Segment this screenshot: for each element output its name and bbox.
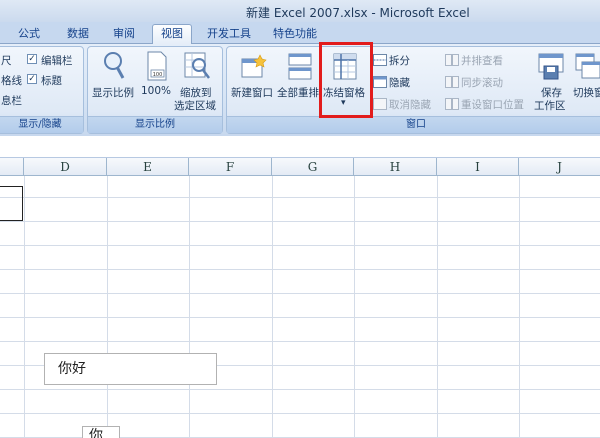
hide-icon[interactable] [373, 76, 387, 91]
column-header-partial[interactable] [0, 158, 24, 176]
window-group: 新建窗口 全部重排 冻结窗格 ▾ 拆分 隐藏 取消隐藏 并排查看 同步滚动 重设… [226, 46, 600, 134]
reset-window-position-icon[interactable] [445, 98, 459, 113]
show-hide-group: 尺 格线 息栏 ✓ 编辑栏 ✓ 标题 显示/隐藏 [0, 46, 84, 134]
message-bar-label[interactable]: 息栏 [1, 93, 22, 108]
save-workspace-line2[interactable]: 工作区 [534, 98, 566, 113]
hide-button[interactable]: 隐藏 [389, 75, 410, 90]
column-header-h[interactable]: H [354, 158, 437, 176]
switch-windows-icon[interactable] [575, 53, 600, 84]
ruler-label[interactable]: 尺 [1, 53, 12, 68]
unhide-button[interactable]: 取消隐藏 [389, 97, 431, 112]
text-box-partial[interactable]: 你 [82, 426, 120, 438]
new-window-button[interactable]: 新建窗口 [231, 85, 273, 100]
split-button[interactable]: 拆分 [389, 53, 410, 68]
reset-window-position-button[interactable]: 重设窗口位置 [461, 97, 524, 112]
tab-data[interactable]: 数据 [62, 25, 94, 44]
gridline [24, 176, 25, 438]
zoom-group-label: 显示比例 [88, 116, 222, 133]
gridline [0, 269, 600, 270]
text-box[interactable]: 你好 [44, 353, 217, 385]
ribbon: 尺 格线 息栏 ✓ 编辑栏 ✓ 标题 显示/隐藏 显示比例 100 100% 缩… [0, 44, 600, 136]
window-group-label: 窗口 [227, 116, 600, 133]
gridline [0, 341, 600, 342]
show-hide-group-label: 显示/隐藏 [0, 116, 83, 133]
selected-cell[interactable] [0, 186, 23, 221]
zoom-group: 显示比例 100 100% 缩放到 选定区域 显示比例 [87, 46, 223, 134]
title-bar: 新建 Excel 2007.xlsx - Microsoft Excel [0, 0, 600, 22]
gridline [0, 245, 600, 246]
tab-formulas[interactable]: 公式 [14, 25, 44, 44]
zoom-to-selection-line2[interactable]: 选定区域 [174, 98, 216, 113]
gridline [0, 413, 600, 414]
sync-scroll-button[interactable]: 同步滚动 [461, 75, 503, 90]
new-window-icon[interactable] [241, 53, 267, 84]
svg-text:100: 100 [153, 72, 163, 78]
gridline [272, 176, 273, 438]
tab-view[interactable]: 视图 [152, 24, 192, 45]
column-header-f[interactable]: F [189, 158, 272, 176]
gridline [0, 221, 600, 222]
column-header-j[interactable]: J [519, 158, 600, 176]
formula-bar-area [0, 136, 600, 158]
sync-scroll-icon[interactable] [445, 76, 459, 91]
split-icon[interactable] [373, 54, 387, 69]
column-header-i[interactable]: I [437, 158, 519, 176]
tab-review[interactable]: 审阅 [108, 25, 140, 44]
worksheet: D E F G H I J [0, 136, 600, 438]
formula-bar-label[interactable]: 编辑栏 [41, 53, 73, 68]
gridline [354, 176, 355, 438]
view-side-by-side-icon[interactable] [445, 54, 459, 69]
formula-bar-checkbox[interactable]: ✓ [27, 54, 37, 64]
column-header-row: D E F G H I J [0, 158, 600, 176]
tab-special-features[interactable]: 特色功能 [268, 25, 322, 44]
headings-checkbox[interactable]: ✓ [27, 74, 37, 84]
gridline [519, 176, 520, 438]
save-workspace-icon[interactable] [538, 53, 564, 84]
arrange-all-button[interactable]: 全部重排 [277, 85, 319, 100]
freeze-panes-highlight [319, 42, 373, 118]
column-header-d[interactable]: D [24, 158, 107, 176]
headings-label[interactable]: 标题 [41, 73, 62, 88]
unhide-icon[interactable] [373, 98, 387, 113]
gridline [107, 176, 108, 438]
gridlines-label[interactable]: 格线 [1, 73, 22, 88]
gridline [0, 293, 600, 294]
gridline [437, 176, 438, 438]
gridline [0, 389, 600, 390]
column-header-e[interactable]: E [107, 158, 189, 176]
window-title: 新建 Excel 2007.xlsx - Microsoft Excel [246, 6, 470, 20]
zoom-magnifier-icon[interactable] [102, 51, 126, 84]
tab-developer[interactable]: 开发工具 [202, 25, 256, 44]
zoom-100-button[interactable]: 100% [141, 85, 171, 97]
column-header-g[interactable]: G [272, 158, 354, 176]
zoom-to-selection-icon[interactable] [184, 51, 212, 84]
zoom-button[interactable]: 显示比例 [92, 85, 134, 100]
ribbon-tab-bar: 公式 数据 审阅 视图 开发工具 特色功能 [0, 22, 600, 45]
gridline [189, 176, 190, 438]
arrange-all-icon[interactable] [288, 53, 312, 84]
view-side-by-side-button[interactable]: 并排查看 [461, 53, 503, 68]
gridline [0, 197, 600, 198]
zoom-100-icon[interactable]: 100 [146, 51, 168, 84]
switch-windows-button[interactable]: 切换窗 [573, 85, 600, 100]
gridline [0, 317, 600, 318]
